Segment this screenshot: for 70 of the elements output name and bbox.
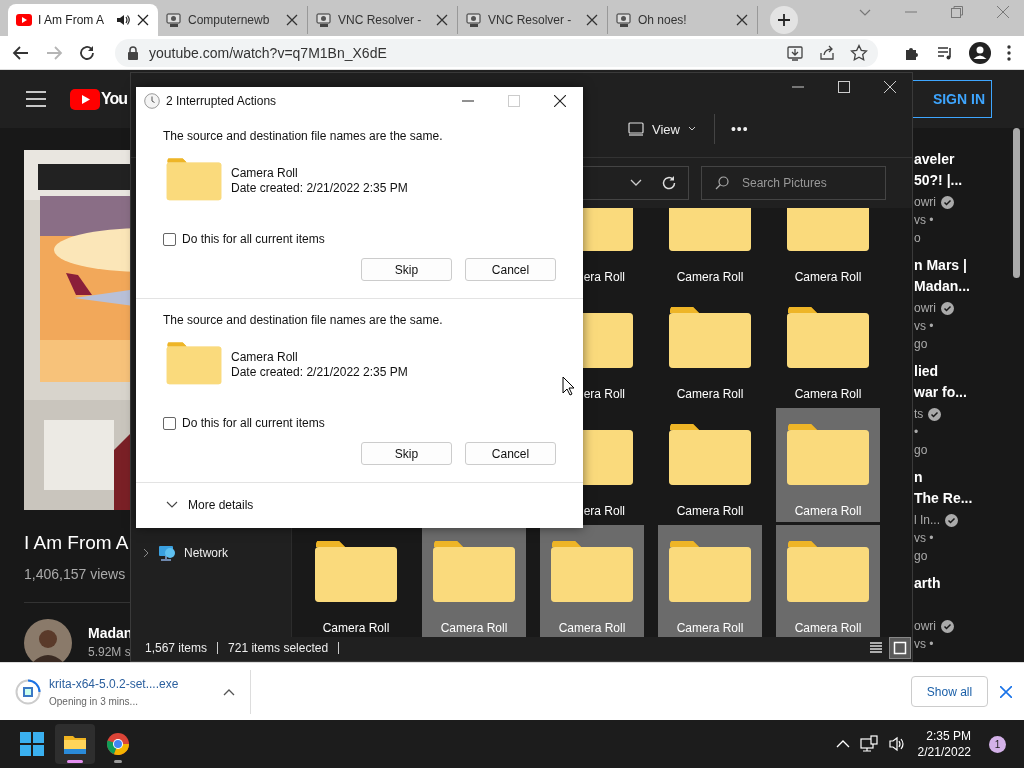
meta-text: ts <box>914 406 924 423</box>
search-field[interactable]: Search Pictures <box>701 166 886 200</box>
meta-text: l In... <box>914 512 940 529</box>
cancel-button[interactable]: Cancel <box>465 258 556 281</box>
video-title[interactable]: 50?! |... <box>914 170 963 191</box>
notification-badge[interactable]: 1 <box>989 735 1006 753</box>
folder-item[interactable]: Camera Roll <box>304 525 408 637</box>
folder-item[interactable]: Camera Roll <box>776 208 880 288</box>
view-count: 1,406,157 views <box>24 566 127 582</box>
more-details-toggle[interactable]: More details <box>136 483 583 527</box>
message-text: The source and destination file names are the same. <box>163 313 444 327</box>
video-title[interactable]: Madan... <box>914 276 970 297</box>
meta-text: vs • <box>914 212 934 229</box>
video-title[interactable]: n Mars | <box>914 255 967 276</box>
folder-item[interactable]: Camera Roll <box>658 525 762 637</box>
browser-tab[interactable]: VNC Resolver - <box>458 6 608 34</box>
meta-text: go <box>914 548 928 565</box>
address-bar[interactable]: youtube.com/watch?v=q7M1Bn_X6dE <box>115 38 878 67</box>
meta-text: vs • <box>914 636 934 653</box>
folder-item[interactable]: Camera Roll <box>540 525 644 637</box>
checkbox-label[interactable]: Do this for all current items <box>182 416 325 430</box>
window-title: 2 Interrupted Actions <box>166 94 277 108</box>
meta-text: go <box>914 442 928 459</box>
logo-text[interactable]: You <box>101 90 128 108</box>
browser-tab[interactable]: Computernewb <box>158 6 308 34</box>
file-name: Camera Roll <box>231 166 299 181</box>
video-title[interactable]: The Re... <box>914 488 973 509</box>
meta-text: o <box>914 230 921 247</box>
download-item[interactable]: krita-x64-5.0.2-set....exe Opening in 3 mins... <box>15 669 251 714</box>
browser-tab[interactable]: I Am From A <box>8 4 158 36</box>
cancel-button[interactable]: Cancel <box>465 442 556 465</box>
video-title[interactable]: arth <box>914 573 941 594</box>
video-title[interactable]: n <box>914 467 923 488</box>
status-text: 1,567 items <box>145 641 208 655</box>
meta-text: owri <box>914 194 936 211</box>
file-date: Date created: 2/21/2022 2:35 PM <box>231 365 408 380</box>
folder-item[interactable]: Camera Roll <box>422 525 526 637</box>
file-name: Camera Roll <box>231 350 299 365</box>
show-all-button[interactable]: Show all <box>911 676 988 707</box>
meta-text: • <box>914 424 919 441</box>
folder-item[interactable]: Camera Roll <box>658 408 762 522</box>
browser-tab[interactable]: VNC Resolver - <box>308 6 458 34</box>
status-text: 721 items selected <box>228 641 329 655</box>
more-options-button[interactable]: ••• <box>730 121 749 137</box>
nav-item[interactable]: Network <box>131 542 291 564</box>
meta-text: vs • <box>914 318 934 335</box>
folder-item[interactable]: Camera Roll <box>658 291 762 405</box>
view-button[interactable]: View <box>628 121 696 137</box>
browser-tab[interactable]: Oh noes! <box>608 6 758 34</box>
skip-button[interactable]: Skip <box>361 442 452 465</box>
clock-time[interactable]: 2:35 PM <box>917 728 971 744</box>
meta-text: vs • <box>914 530 934 547</box>
video-title[interactable]: war fo... <box>914 382 967 403</box>
folder-item[interactable]: Camera Roll <box>776 291 880 405</box>
file-date: Date created: 2/21/2022 2:35 PM <box>231 181 408 196</box>
video-title: I Am From A <box>24 532 129 554</box>
meta-text: owri <box>914 618 936 635</box>
message-text: The source and destination file names are the same. <box>163 129 444 143</box>
folder-item[interactable]: Camera Roll <box>776 408 880 522</box>
meta-text: go <box>914 336 928 353</box>
skip-button[interactable]: Skip <box>361 258 452 281</box>
video-title[interactable]: aveler <box>914 149 955 170</box>
subscriber-count: 5.92M s <box>88 645 132 659</box>
folder-item[interactable]: Camera Roll <box>776 525 880 637</box>
meta-text: owri <box>914 300 936 317</box>
clock-date[interactable]: 2/21/2022 <box>917 744 971 760</box>
checkbox-label[interactable]: Do this for all current items <box>182 232 325 246</box>
folder-item[interactable]: Camera Roll <box>658 208 762 288</box>
video-title[interactable]: lied <box>914 361 939 382</box>
channel-name[interactable]: Madan <box>88 625 133 641</box>
